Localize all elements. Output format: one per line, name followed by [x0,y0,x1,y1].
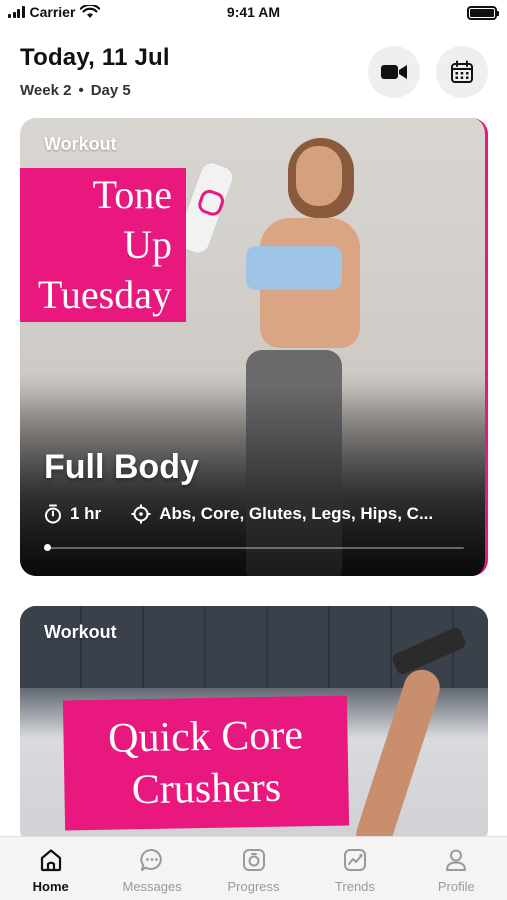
status-time: 9:41 AM [226,4,281,20]
workout-card-core[interactable]: Workout Quick Core Crushers [20,606,488,846]
video-camera-icon [381,65,407,79]
stopwatch-icon [45,504,61,524]
tab-label: Profile [437,879,475,894]
banner-line: Tuesday [37,272,172,317]
battery-icon [467,6,499,20]
calendar-button[interactable] [436,46,488,98]
day-label: Day 5 [90,82,131,99]
tab-label: Messages [122,879,182,894]
messages-icon [137,845,167,875]
tab-label: Trends [334,879,375,894]
progress-icon [239,845,269,875]
tab-home[interactable]: Home [0,837,101,900]
tab-label: Progress [227,879,280,894]
target-icon [131,504,151,524]
workout-progress-indicator [44,544,51,551]
tab-progress[interactable]: Progress [203,837,304,900]
banner-line: Quick Core [107,712,304,762]
banner-line: Up [123,222,172,267]
tab-messages[interactable]: Messages [101,837,202,900]
week-label: Week 2 [20,82,72,99]
workout-focus-areas: Abs, Core, Glutes, Legs, Hips, C... [159,504,434,523]
header: Today, 11 Jul Week 2 • Day 5 [0,40,507,110]
tab-profile[interactable]: Profile [406,837,507,900]
status-bar: Carrier 9:41 AM [0,0,507,26]
trends-icon [340,845,370,875]
card-kicker: Workout [44,622,117,642]
week-day-line: Week 2 • Day 5 [20,82,131,99]
workout-progress-track [44,547,464,549]
banner-line: Tone [92,172,172,217]
video-button[interactable] [368,46,420,98]
banner-line: Crushers [131,764,282,814]
page-title: Today, 11 Jul [20,44,170,71]
workout-card-full-body[interactable]: Workout Tone Up Tuesday Full Body 1 hr A… [20,118,488,576]
card-kicker: Workout [44,134,117,154]
calendar-icon [451,60,473,83]
tab-label: Home [32,879,69,894]
separator-dot: • [78,82,84,99]
tab-bar: Home Messages Progress Trends Profile [0,836,507,900]
profile-icon [441,845,471,875]
workout-meta: 1 hr Abs, Core, Glutes, Legs, Hips, C... [44,504,433,524]
workout-banner: Quick Core Crushers [62,695,350,831]
tab-trends[interactable]: Trends [304,837,405,900]
workout-banner: Tone Up Tuesday [20,168,186,322]
workout-duration: 1 hr [70,504,102,523]
workout-title: Full Body [44,448,199,486]
home-icon [36,845,66,875]
